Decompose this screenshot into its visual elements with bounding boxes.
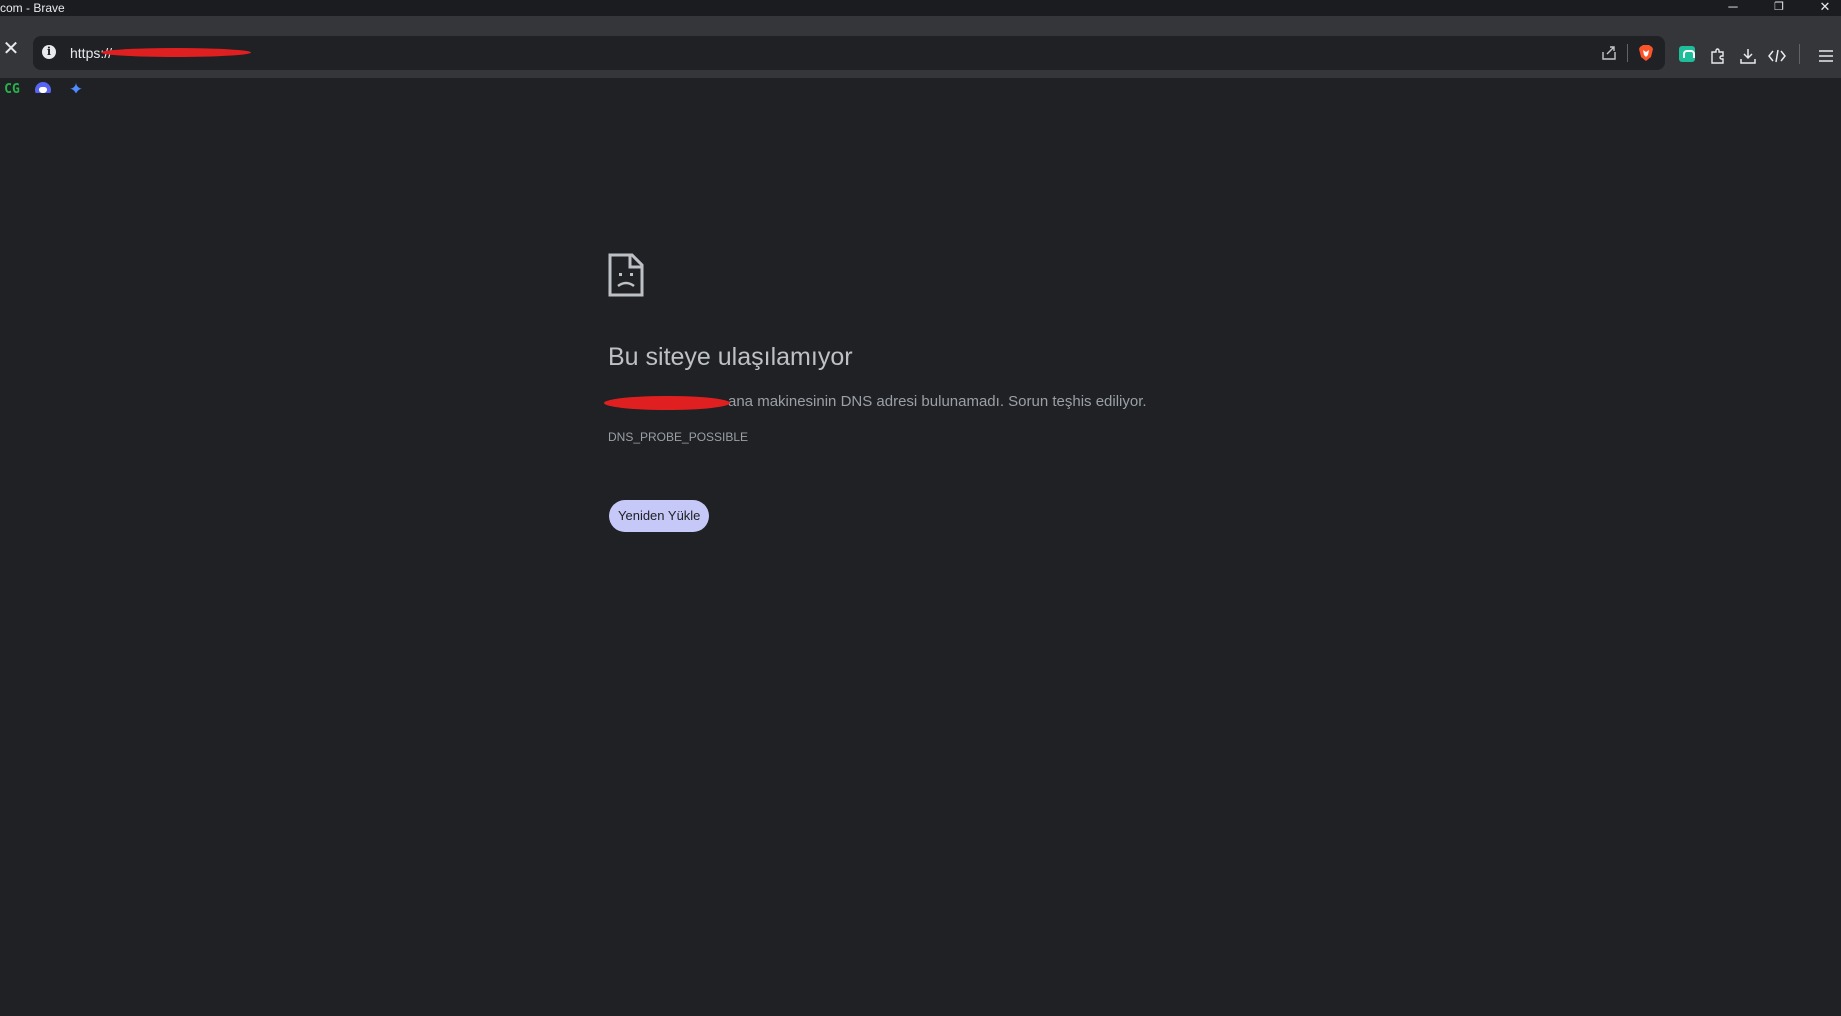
site-info-icon[interactable]: i: [42, 45, 56, 59]
menu-icon[interactable]: [1815, 44, 1837, 66]
error-code: DNS_PROBE_POSSIBLE: [608, 430, 749, 444]
toolbar-divider: [1799, 44, 1800, 64]
error-page: Bu siteye ulaşılamıyor ana makinesinin D…: [0, 93, 1841, 1016]
address-bar[interactable]: i https://: [33, 36, 1665, 70]
close-window-button[interactable]: ✕: [1810, 0, 1840, 16]
extension-icon[interactable]: [1679, 46, 1695, 62]
window-title: com - Brave: [0, 1, 65, 15]
error-title: Bu siteye ulaşılamıyor: [608, 343, 853, 371]
redaction-mark: [604, 396, 730, 410]
brave-shields-icon[interactable]: [1637, 44, 1655, 62]
redaction-mark: [101, 48, 251, 57]
reload-button[interactable]: Yeniden Yükle: [609, 500, 710, 532]
restore-button[interactable]: ❐: [1764, 0, 1794, 16]
window-titlebar: com - Brave ─ ❐ ✕: [0, 0, 1841, 16]
stop-loading-button[interactable]: ✕: [0, 38, 22, 60]
address-bar-divider: [1627, 44, 1628, 62]
browser-toolbar: ✕ i https:// CG ✦: [0, 16, 1841, 99]
minimize-button[interactable]: ─: [1718, 0, 1748, 16]
share-icon[interactable]: [1597, 36, 1621, 70]
download-icon[interactable]: [1737, 44, 1759, 66]
extensions-puzzle-icon[interactable]: [1707, 44, 1729, 66]
code-icon[interactable]: [1766, 44, 1788, 66]
sad-page-icon: [608, 253, 644, 297]
error-description-text: ana makinesinin DNS adresi bulunamadı. S…: [728, 393, 1147, 410]
